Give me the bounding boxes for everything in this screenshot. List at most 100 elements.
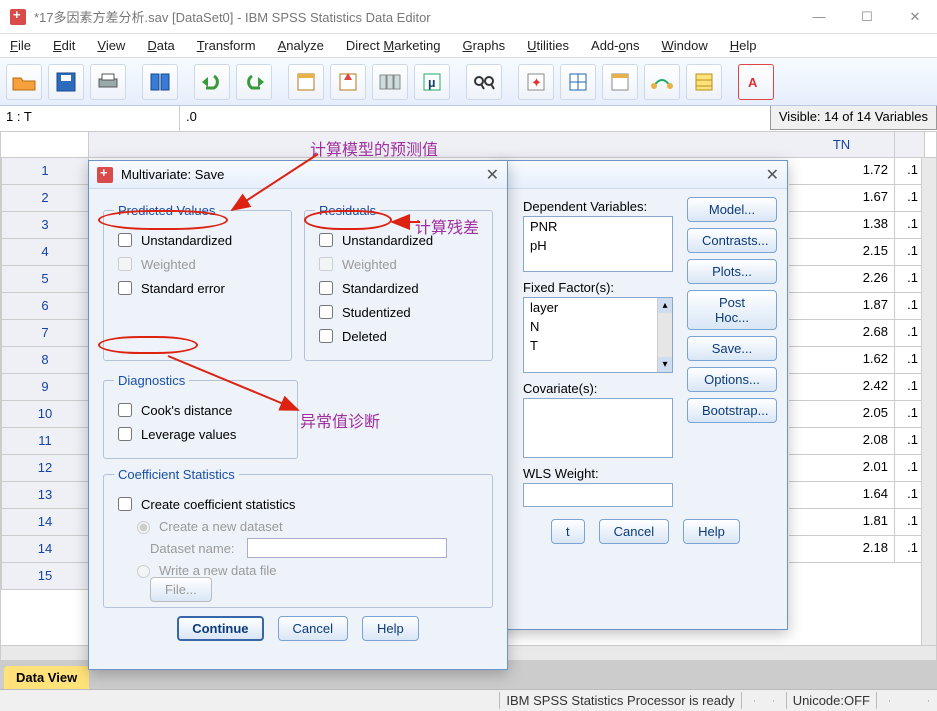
data-cell[interactable]: 2.42 [789, 374, 895, 401]
goto-case-icon[interactable] [288, 64, 324, 100]
row-header[interactable]: 2 [1, 185, 89, 212]
row-header[interactable]: 1 [1, 158, 89, 185]
row-header[interactable]: 4 [1, 239, 89, 266]
select-icon[interactable] [644, 64, 680, 100]
data-cell[interactable]: 1.38 [789, 212, 895, 239]
redo-icon[interactable] [236, 64, 272, 100]
list-item[interactable]: T [524, 336, 672, 355]
maximize-button[interactable]: ☐ [855, 9, 879, 25]
row-header[interactable]: 7 [1, 320, 89, 347]
cell-ref-value[interactable]: .0 Visible: 14 of 14 Variables [180, 106, 937, 131]
help-button[interactable]: Help [683, 519, 740, 544]
help-button[interactable]: Help [362, 616, 419, 641]
dependent-list[interactable]: PNR pH [523, 216, 673, 272]
menu-utilities[interactable]: Utilities [527, 38, 569, 53]
menu-edit[interactable]: Edit [53, 38, 75, 53]
vertical-scrollbar[interactable] [921, 158, 936, 645]
row-header[interactable]: 13 [1, 482, 89, 509]
save-button[interactable]: Save... [687, 336, 777, 361]
row-header[interactable]: 9 [1, 374, 89, 401]
menu-help[interactable]: Help [730, 38, 757, 53]
column-header[interactable]: TN [789, 132, 895, 157]
close-icon[interactable]: ✕ [486, 165, 499, 185]
row-header[interactable]: 11 [1, 428, 89, 455]
tab-data-view[interactable]: Data View [4, 666, 89, 689]
list-scrollbar[interactable]: ▴▾ [657, 298, 672, 372]
data-cell[interactable]: 2.18 [789, 536, 895, 563]
covariates-list[interactable] [523, 398, 673, 458]
menu-direct-marketing[interactable]: Direct Marketing [346, 38, 441, 53]
data-cell[interactable]: 1.62 [789, 347, 895, 374]
row-header[interactable]: 6 [1, 293, 89, 320]
undo-icon[interactable] [194, 64, 230, 100]
close-button[interactable]: ✕ [903, 9, 927, 25]
data-cell[interactable]: 2.01 [789, 455, 895, 482]
row-header[interactable]: 3 [1, 212, 89, 239]
run-icon[interactable]: µ [414, 64, 450, 100]
fixed-factors-list[interactable]: layer N T ▴▾ [523, 297, 673, 373]
row-header[interactable]: 14 [1, 509, 89, 536]
chk-res-std[interactable]: Standardized [315, 278, 482, 298]
list-item[interactable]: pH [524, 236, 672, 255]
goto-var-icon[interactable] [330, 64, 366, 100]
data-cell[interactable]: 1.72 [789, 158, 895, 185]
row-header[interactable]: 15 [1, 563, 89, 590]
contrasts-button[interactable]: Contrasts... [687, 228, 777, 253]
data-cell[interactable]: 2.05 [789, 401, 895, 428]
list-item[interactable]: PNR [524, 217, 672, 236]
menu-view[interactable]: View [97, 38, 125, 53]
data-cell[interactable]: 1.87 [789, 293, 895, 320]
list-item[interactable]: layer [524, 298, 672, 317]
chk-res-del[interactable]: Deleted [315, 326, 482, 346]
menu-window[interactable]: Window [661, 38, 707, 53]
print-icon[interactable] [90, 64, 126, 100]
menu-graphs[interactable]: Graphs [462, 38, 505, 53]
close-icon[interactable]: ✕ [766, 165, 779, 185]
value-labels-icon[interactable] [686, 64, 722, 100]
menu-transform[interactable]: Transform [197, 38, 256, 53]
data-cell[interactable]: 2.68 [789, 320, 895, 347]
bootstrap-button[interactable]: Bootstrap... [687, 398, 777, 423]
row-header[interactable]: 8 [1, 347, 89, 374]
data-cell[interactable]: 2.08 [789, 428, 895, 455]
data-cell[interactable]: 1.64 [789, 482, 895, 509]
split-icon[interactable] [560, 64, 596, 100]
chk-create-coef[interactable]: Create coefficient statistics [114, 494, 482, 514]
insert-case-icon[interactable]: ✦ [518, 64, 554, 100]
menu-analyze[interactable]: Analyze [278, 38, 324, 53]
variables-icon[interactable] [372, 64, 408, 100]
continue-button[interactable]: Continue [177, 616, 263, 641]
list-item[interactable]: N [524, 317, 672, 336]
row-header[interactable]: 12 [1, 455, 89, 482]
wls-field[interactable] [523, 483, 673, 507]
row-header[interactable]: 14 [1, 536, 89, 563]
weight-icon[interactable] [602, 64, 638, 100]
reset-button[interactable]: t [551, 519, 585, 544]
data-cell[interactable]: 2.15 [789, 239, 895, 266]
minimize-button[interactable]: — [807, 9, 831, 25]
chk-pred-se[interactable]: Standard error [114, 278, 281, 298]
cancel-button[interactable]: Cancel [599, 519, 669, 544]
menu-data[interactable]: Data [147, 38, 174, 53]
chk-leverage[interactable]: Leverage values [114, 424, 287, 444]
data-cell[interactable]: 2.26 [789, 266, 895, 293]
abc-icon[interactable]: A [738, 64, 774, 100]
chk-cook[interactable]: Cook's distance [114, 400, 287, 420]
menu-addons[interactable]: Add-ons [591, 38, 639, 53]
data-cell[interactable]: 1.81 [789, 509, 895, 536]
chk-pred-unstd[interactable]: Unstandardized [114, 230, 281, 250]
chk-res-stud[interactable]: Studentized [315, 302, 482, 322]
options-button[interactable]: Options... [687, 367, 777, 392]
row-header[interactable]: 5 [1, 266, 89, 293]
posthoc-button[interactable]: Post Hoc... [687, 290, 777, 330]
open-icon[interactable] [6, 64, 42, 100]
menu-file[interactable]: FFileile [10, 38, 31, 53]
cancel-button[interactable]: Cancel [278, 616, 348, 641]
find-icon[interactable] [466, 64, 502, 100]
plots-button[interactable]: Plots... [687, 259, 777, 284]
data-cell[interactable]: 1.67 [789, 185, 895, 212]
save-icon[interactable] [48, 64, 84, 100]
recall-dialog-icon[interactable] [142, 64, 178, 100]
row-header[interactable]: 10 [1, 401, 89, 428]
model-button[interactable]: Model... [687, 197, 777, 222]
